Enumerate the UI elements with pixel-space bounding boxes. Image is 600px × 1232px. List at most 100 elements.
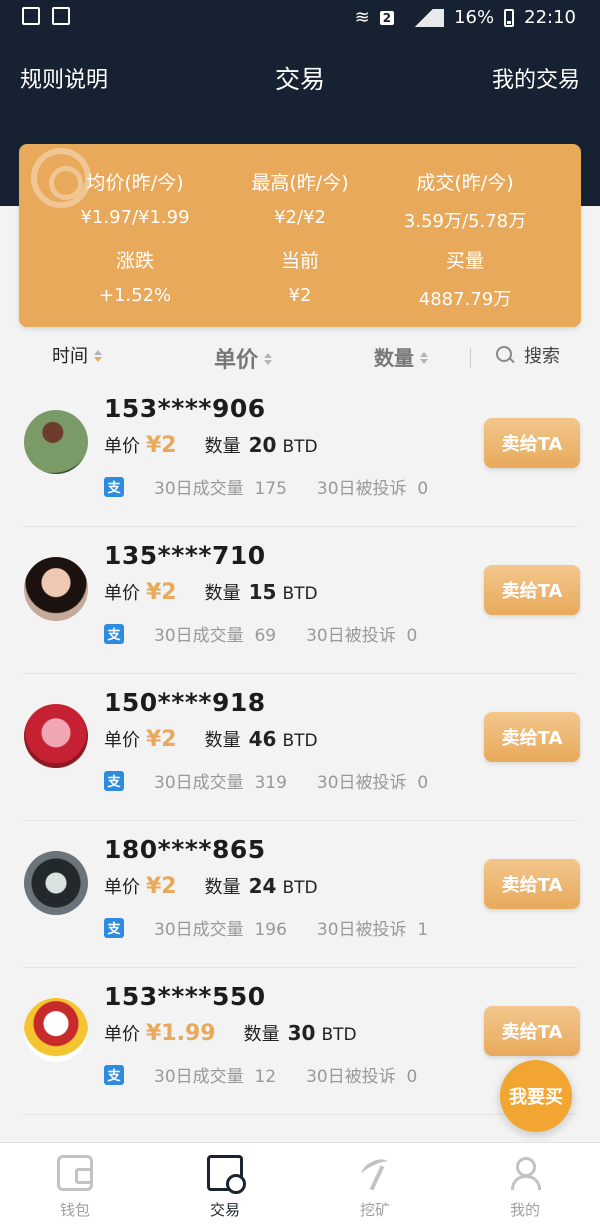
quantity: 20: [248, 433, 277, 457]
alipay-icon: 支: [104, 1064, 124, 1085]
volume-30d: 30日成交量 196: [154, 920, 287, 940]
sell-to-button[interactable]: 卖给TA: [484, 712, 580, 762]
price-label: 单价: [104, 877, 140, 898]
complaints-30d: 30日被投诉 0: [306, 1067, 418, 1087]
market-stats-card: 均价(昨/今) ¥1.97/¥1.99 最高(昨/今) ¥2/¥2 成交(昨/今…: [19, 144, 581, 327]
price-qty-line: 单价 ¥2 数量 15 BTD: [104, 579, 318, 605]
price-qty-line: 单价 ¥2 数量 20 BTD: [104, 432, 318, 458]
price-label: 单价: [104, 730, 140, 751]
image-icon: [22, 7, 40, 25]
sell-to-button[interactable]: 卖给TA: [484, 565, 580, 615]
my-trades-link[interactable]: 我的交易: [492, 62, 580, 94]
sell-to-button[interactable]: 卖给TA: [484, 859, 580, 909]
sell-to-button[interactable]: 卖给TA: [484, 1006, 580, 1056]
quantity: 30: [287, 1021, 316, 1045]
list-item: 150****918 单价 ¥2 数量 46 BTD 支 30日成交量 319 …: [22, 674, 580, 821]
tab-label: 交易: [209, 1201, 240, 1219]
tab-wallet[interactable]: 钱包: [0, 1143, 150, 1232]
stats-line: 支 30日成交量 196 30日被投诉 1: [104, 915, 428, 940]
quantity: 24: [248, 874, 277, 898]
pickaxe-icon: [357, 1155, 393, 1191]
stat-value: ¥2: [288, 285, 312, 306]
wifi-icon: ≋: [354, 7, 370, 28]
price-qty-line: 单价 ¥2 数量 24 BTD: [104, 873, 318, 899]
divider: [470, 348, 471, 368]
unit: BTD: [282, 584, 318, 604]
stat-label: 最高(昨/今): [251, 172, 349, 194]
alipay-icon: 支: [104, 917, 124, 938]
listing-list: 153****906 单价 ¥2 数量 20 BTD 支 30日成交量 175 …: [0, 380, 600, 1115]
stats-line: 支 30日成交量 69 30日被投诉 0: [104, 621, 417, 646]
tab-label: 我的: [509, 1201, 540, 1219]
complaints-30d: 30日被投诉 0: [306, 626, 418, 646]
avatar[interactable]: [24, 851, 88, 915]
volume-30d: 30日成交量 69: [154, 626, 277, 646]
stat-value: ¥1.97/¥1.99: [80, 207, 190, 228]
stat-avg-price: 均价(昨/今) ¥1.97/¥1.99: [45, 168, 225, 228]
search-button[interactable]: 搜索: [496, 342, 560, 368]
alipay-icon: 支: [104, 623, 124, 644]
battery-percent: 16%: [454, 7, 495, 28]
list-item: 153****906 单价 ¥2 数量 20 BTD 支 30日成交量 175 …: [22, 380, 580, 527]
avatar[interactable]: [24, 410, 88, 474]
search-label: 搜索: [524, 346, 560, 367]
qty-label: 数量: [204, 877, 241, 898]
unit-price: ¥2: [146, 580, 177, 605]
sort-price[interactable]: 单价: [214, 342, 273, 374]
user-icon: [507, 1155, 543, 1191]
user-id: 150****918: [104, 688, 266, 717]
sort-label: 单价: [214, 348, 259, 373]
sort-quantity[interactable]: 数量: [374, 342, 428, 371]
tab-label: 钱包: [59, 1201, 90, 1219]
sort-time[interactable]: 时间: [52, 342, 102, 368]
user-id: 180****865: [104, 835, 266, 864]
price-label: 单价: [104, 436, 140, 457]
stat-label: 成交(昨/今): [416, 172, 514, 194]
unit: BTD: [282, 731, 318, 751]
battery-icon: [504, 8, 515, 27]
qty-label: 数量: [204, 730, 241, 751]
sort-arrows-icon: [264, 353, 273, 365]
tab-trade[interactable]: 交易: [150, 1143, 300, 1232]
stat-buy-volume: 买量 4887.79万: [375, 246, 555, 311]
volume-30d: 30日成交量 175: [154, 479, 287, 499]
sort-arrows-icon: [420, 351, 428, 364]
stat-label: 买量: [445, 250, 484, 272]
stat-value: 3.59万/5.78万: [403, 211, 527, 232]
unit: BTD: [321, 1025, 357, 1045]
stat-label: 涨跌: [115, 250, 154, 272]
tab-me[interactable]: 我的: [450, 1143, 600, 1232]
alipay-icon: 支: [104, 476, 124, 497]
trade-icon: [207, 1155, 246, 1194]
wallet-icon: [57, 1155, 93, 1191]
stat-value: ¥2/¥2: [274, 207, 326, 228]
buy-fab-button[interactable]: 我要买: [500, 1060, 572, 1132]
status-bar: ≋ 2 16% 22:10: [0, 0, 600, 36]
sell-to-button[interactable]: 卖给TA: [484, 418, 580, 468]
list-item: 180****865 单价 ¥2 数量 24 BTD 支 30日成交量 196 …: [22, 821, 580, 968]
tab-label: 挖矿: [359, 1201, 390, 1219]
complaints-30d: 30日被投诉 0: [316, 479, 429, 499]
sort-label: 数量: [374, 346, 414, 370]
avatar[interactable]: [24, 704, 88, 768]
sort-label: 时间: [52, 346, 88, 367]
checklist-icon: [52, 7, 70, 25]
avatar[interactable]: [24, 998, 88, 1062]
stats-line: 支 30日成交量 175 30日被投诉 0: [104, 474, 428, 499]
unit-price: ¥1.99: [146, 1021, 216, 1046]
stat-volume: 成交(昨/今) 3.59万/5.78万: [375, 168, 555, 233]
quantity: 15: [248, 580, 277, 604]
stat-label: 当前: [280, 250, 319, 272]
price-qty-line: 单价 ¥1.99 数量 30 BTD: [104, 1020, 357, 1046]
complaints-30d: 30日被投诉 0: [316, 773, 429, 793]
sort-arrows-icon: [94, 350, 102, 362]
tab-mining[interactable]: 挖矿: [300, 1143, 450, 1232]
unit-price: ¥2: [146, 874, 177, 899]
avatar[interactable]: [24, 557, 88, 621]
stat-value: +1.52%: [98, 285, 172, 306]
unit: BTD: [282, 878, 318, 898]
complaints-30d: 30日被投诉 1: [316, 920, 429, 940]
signal-icon: [404, 8, 445, 27]
stats-line: 支 30日成交量 12 30日被投诉 0: [104, 1062, 417, 1087]
price-qty-line: 单价 ¥2 数量 46 BTD: [104, 726, 318, 752]
